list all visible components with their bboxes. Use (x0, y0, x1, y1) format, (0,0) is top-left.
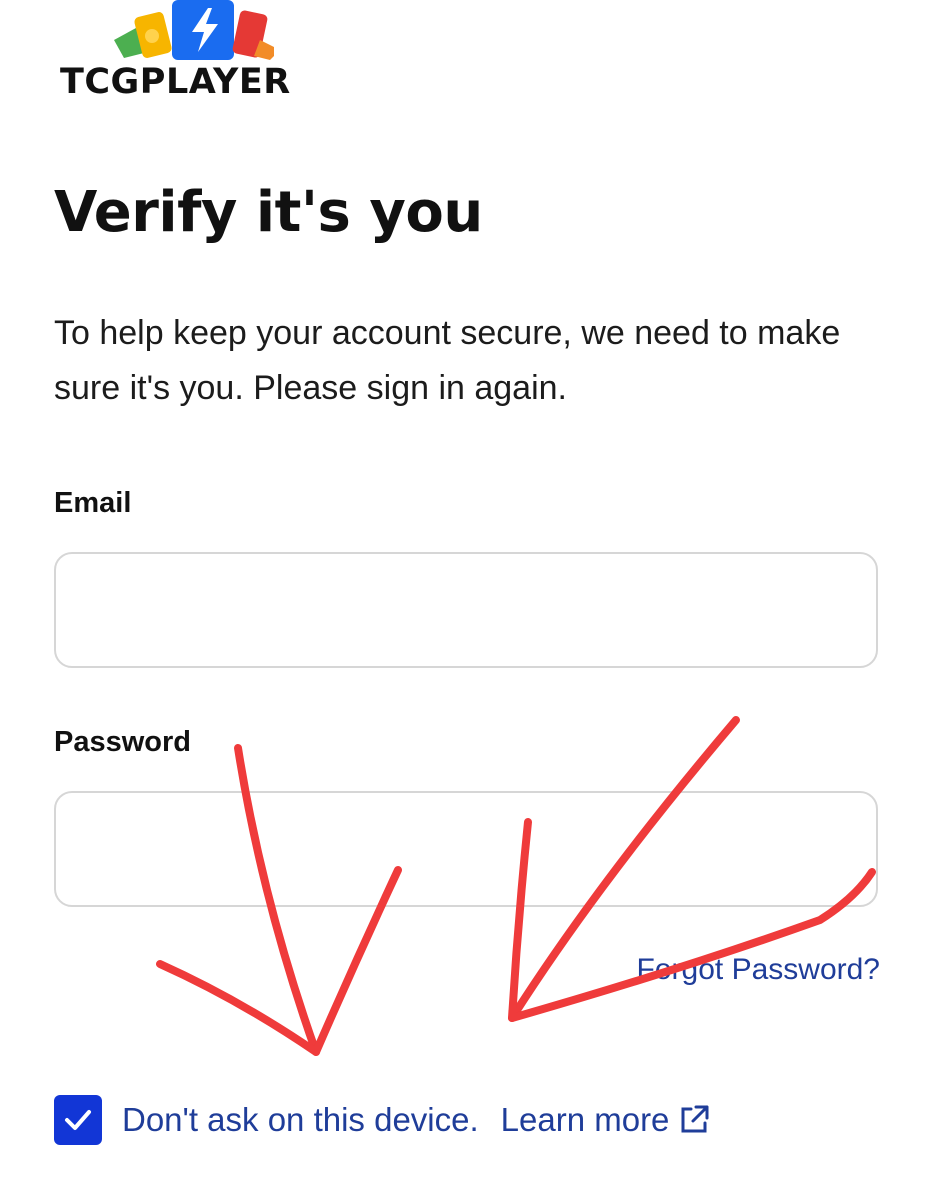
learn-more-label: Learn more (500, 1101, 670, 1138)
forgot-password-link[interactable]: Forgot Password? (637, 953, 880, 987)
remember-device-checkbox[interactable] (54, 1095, 102, 1145)
remember-device-row: Don't ask on this device. Learn more (54, 1094, 711, 1146)
page-title: Verify it's you (54, 180, 483, 245)
check-icon (65, 1110, 91, 1130)
password-input[interactable] (54, 791, 878, 907)
brand-name: TCGPLAYER (60, 62, 291, 102)
learn-more-link[interactable]: Learn more (501, 1101, 712, 1139)
external-link-icon (677, 1103, 711, 1137)
email-input[interactable] (54, 552, 878, 668)
email-label: Email (54, 487, 132, 519)
password-label: Password (54, 726, 191, 758)
remember-device-label: Don't ask on this device. (122, 1101, 479, 1138)
page-description: To help keep your account secure, we nee… (54, 314, 841, 407)
tcgplayer-logo: TCGPLAYER (56, 0, 296, 110)
logo-cards-icon (114, 0, 274, 60)
